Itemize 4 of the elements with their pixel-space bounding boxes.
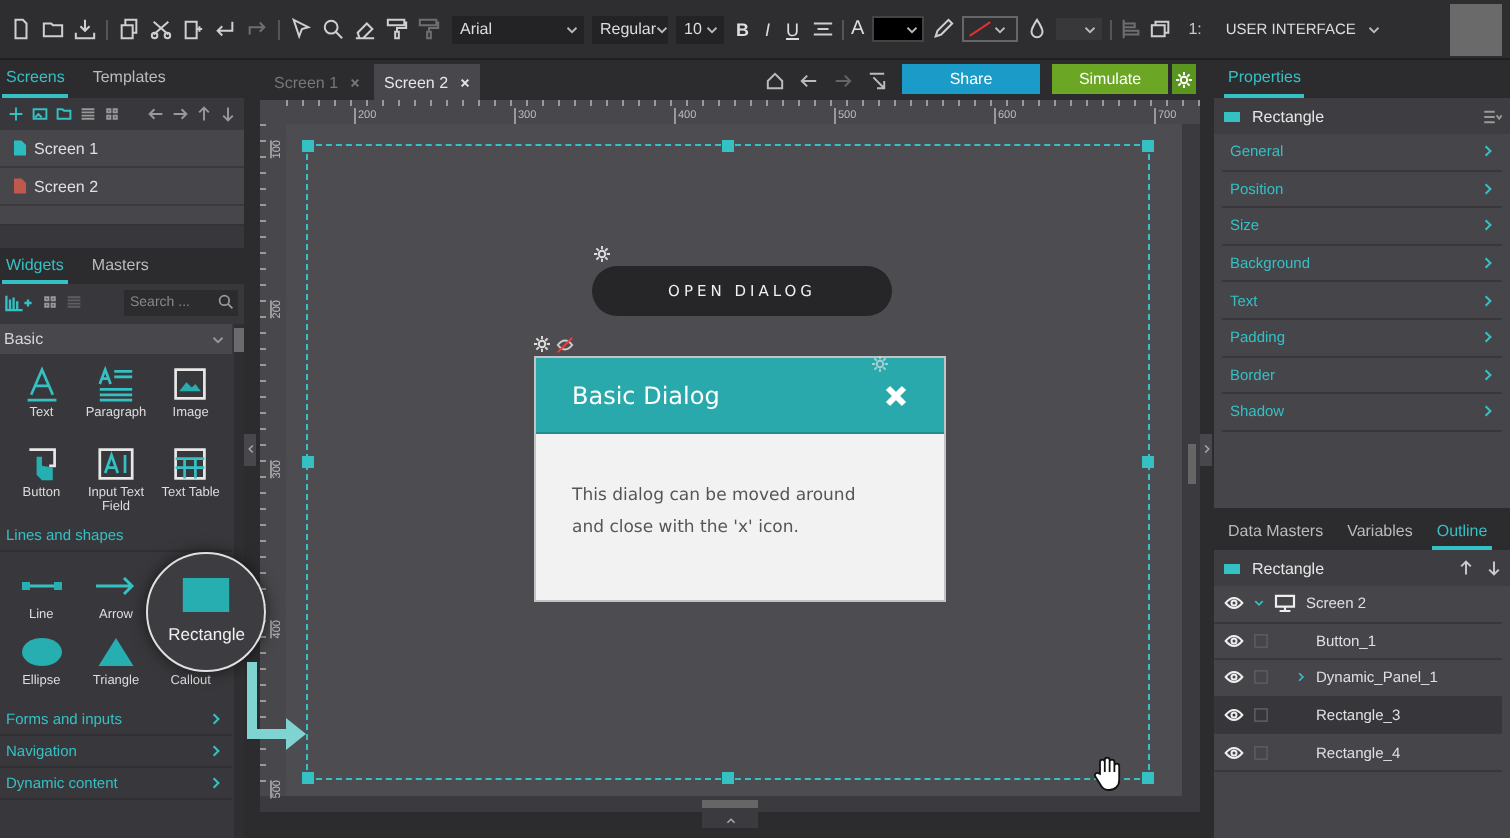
selection-name: Rectangle: [1252, 559, 1327, 577]
selection-name: Rectangle: [1252, 107, 1327, 125]
dialog-text: This dialog can be moved around and close with the 'x' icon.: [572, 484, 858, 542]
dialog-title: Basic Dialog: [572, 381, 720, 409]
